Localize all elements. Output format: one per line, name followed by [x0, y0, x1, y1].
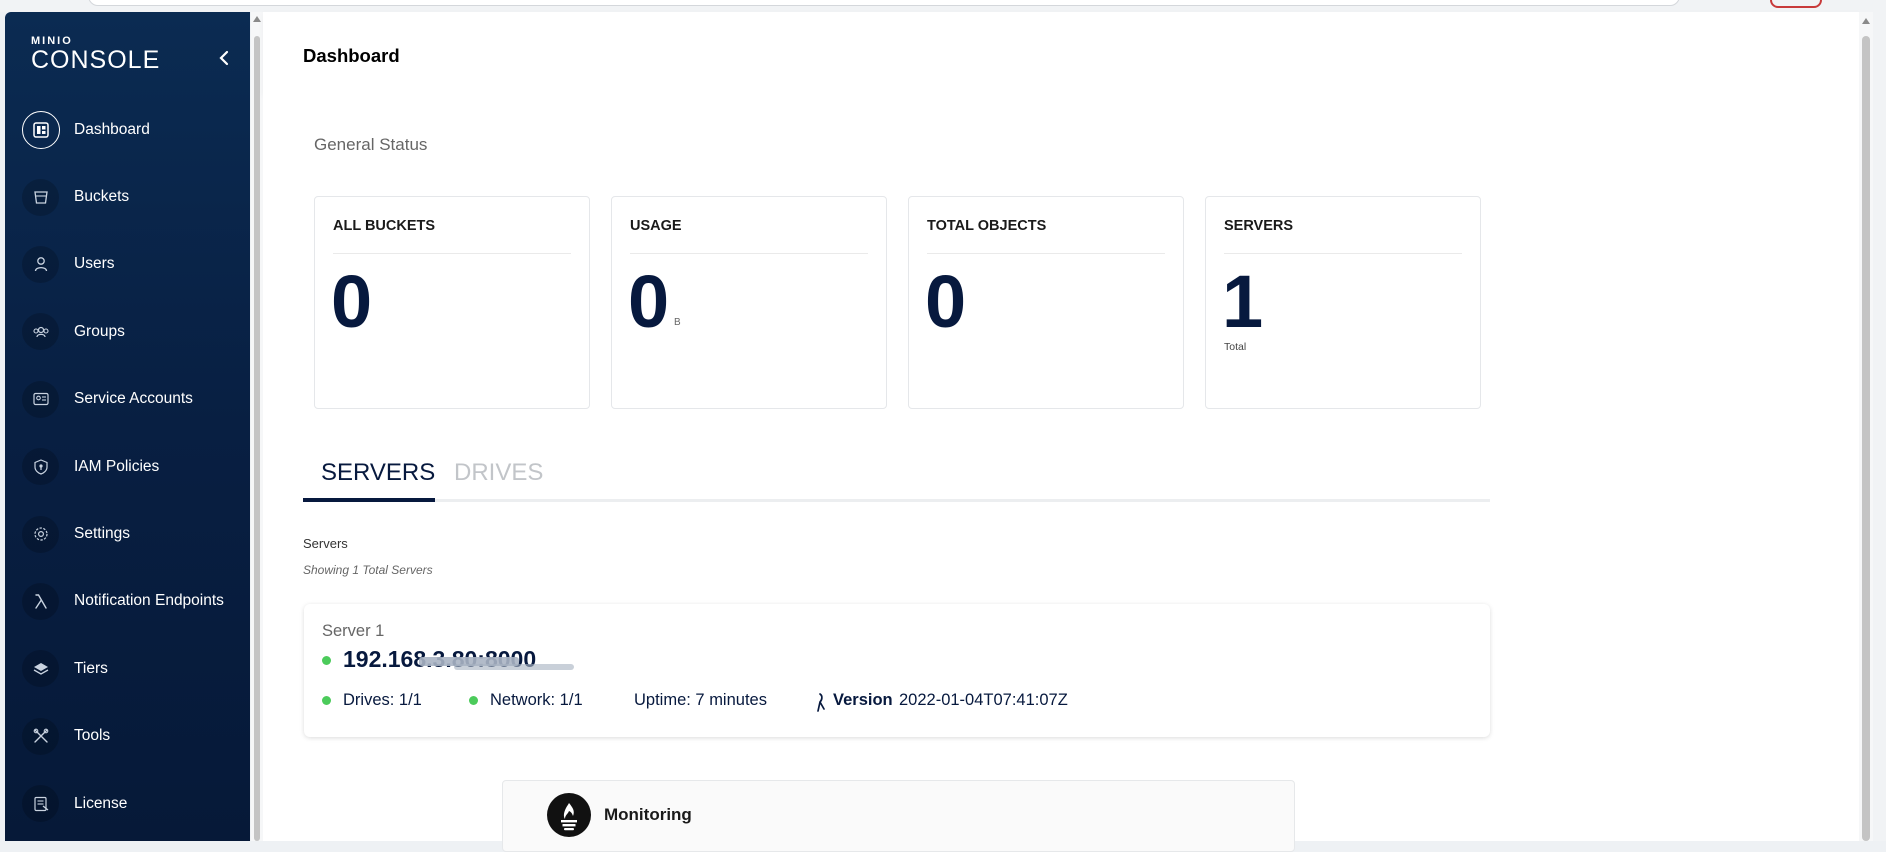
card-label: TOTAL OBJECTS [927, 218, 1047, 234]
gear-icon [22, 515, 59, 553]
card-divider [333, 253, 571, 254]
bucket-icon [22, 178, 59, 216]
sidebar-item-settings[interactable]: Settings [5, 500, 250, 567]
all-buckets-card: ALL BUCKETS 0 [314, 196, 590, 409]
scrollbar-thumb[interactable] [1862, 36, 1870, 841]
servers-count-subtitle: Showing 1 Total Servers [303, 563, 433, 577]
drives-status-dot [322, 696, 331, 705]
scroll-up-arrow-icon[interactable] [253, 16, 261, 22]
card-label: SERVERS [1224, 218, 1294, 234]
sidebar-item-label: Service Accounts [74, 390, 193, 408]
dashboard-content: General Status ALL BUCKETS 0 USAGE 0 B T… [263, 94, 1859, 852]
server-version: 2022-01-04T07:41:07Z [899, 691, 1068, 709]
card-value: 1 [1222, 260, 1264, 343]
sidebar: MINIO CONSOLE Dashboard Buckets Users Gr… [5, 12, 250, 841]
card-subtitle: Total [1224, 341, 1247, 353]
sidebar-nav: Dashboard Buckets Users Groups Service A… [5, 96, 250, 837]
sidebar-item-dashboard[interactable]: Dashboard [5, 96, 250, 163]
service-account-icon [22, 380, 59, 418]
address-bar[interactable] [88, 0, 1680, 6]
sidebar-item-iam-policies[interactable]: IAM Policies [5, 433, 250, 500]
server-network: Network: 1/1 [490, 691, 583, 709]
lambda-icon [22, 582, 59, 620]
dashboard-icon [22, 110, 60, 149]
window-edge [1873, 0, 1886, 841]
server-drives: Drives: 1/1 [343, 691, 422, 709]
card-value: 0 [925, 260, 967, 343]
version-icon [817, 693, 825, 712]
license-icon [22, 785, 59, 823]
sidebar-item-label: Users [74, 255, 115, 273]
card-divider [927, 253, 1165, 254]
shield-icon [22, 448, 59, 486]
prometheus-icon [547, 793, 591, 837]
sidebar-item-groups[interactable]: Groups [5, 298, 250, 365]
card-label: ALL BUCKETS [333, 218, 436, 234]
sidebar-item-label: License [74, 794, 128, 812]
monitoring-title: Monitoring [604, 805, 692, 824]
sidebar-item-label: Dashboard [74, 120, 150, 138]
sidebar-item-license[interactable]: License [5, 770, 250, 837]
sidebar-item-label: Tiers [74, 659, 108, 677]
sidebar-item-label: IAM Policies [74, 457, 160, 475]
card-divider [630, 253, 868, 254]
browser-toolbar [0, 0, 1886, 12]
card-unit: B [674, 317, 681, 328]
minio-console-logo: MINIO CONSOLE [31, 36, 161, 74]
active-tab-indicator [303, 498, 435, 502]
sidebar-scrollbar[interactable] [251, 12, 263, 841]
browser-button[interactable] [1770, 0, 1822, 8]
sidebar-item-label: Buckets [74, 188, 130, 206]
server-uptime: Uptime: 7 minutes [634, 691, 767, 709]
sidebar-item-label: Tools [74, 727, 111, 745]
page-header: Dashboard [263, 12, 1859, 94]
logo-big-text: CONSOLE [31, 46, 161, 74]
groups-icon [22, 313, 59, 351]
sidebar-item-service-accounts[interactable]: Service Accounts [5, 366, 250, 433]
network-status-dot [469, 696, 478, 705]
sidebar-item-label: Groups [74, 322, 125, 340]
card-value: 0 [331, 260, 373, 343]
page-title: Dashboard [303, 45, 400, 66]
sidebar-item-label: Settings [74, 525, 131, 543]
sidebar-item-tools[interactable]: Tools [5, 703, 250, 770]
server-card[interactable]: Server 1 192.168.3.80:8000 Drives: 1/1 N… [304, 604, 1490, 737]
sidebar-item-buckets[interactable]: Buckets [5, 163, 250, 230]
server-status-dot [322, 656, 331, 665]
general-status-title: General Status [314, 135, 428, 154]
tools-icon [22, 717, 59, 755]
total-objects-card: TOTAL OBJECTS 0 [908, 196, 1184, 409]
tab-servers[interactable]: SERVERS [321, 459, 435, 487]
tab-drives[interactable]: DRIVES [454, 459, 543, 487]
collapse-sidebar-button[interactable] [215, 48, 235, 68]
card-value: 0 [628, 260, 670, 343]
scrollbar-thumb[interactable] [254, 36, 260, 841]
chevron-left-icon [219, 50, 229, 66]
tabs-baseline [303, 499, 1490, 502]
servers-section-title: Servers [303, 536, 348, 551]
layers-icon [22, 650, 59, 688]
sidebar-item-label: Notification Endpoints [74, 592, 224, 610]
redaction-blur [454, 664, 574, 670]
servers-card: SERVERS 1 Total [1205, 196, 1481, 409]
page-scrollbar[interactable] [1859, 12, 1873, 841]
card-label: USAGE [630, 218, 682, 234]
server-name: Server 1 [322, 622, 385, 640]
sidebar-item-users[interactable]: Users [5, 231, 250, 298]
monitoring-card[interactable]: Monitoring [502, 780, 1295, 852]
version-label: Version [833, 691, 893, 709]
card-divider [1224, 253, 1462, 254]
usage-card: USAGE 0 B [611, 196, 887, 409]
sidebar-item-notification-endpoints[interactable]: Notification Endpoints [5, 568, 250, 635]
scroll-up-arrow-icon[interactable] [1862, 18, 1870, 24]
user-icon [22, 245, 59, 283]
sidebar-item-tiers[interactable]: Tiers [5, 635, 250, 702]
